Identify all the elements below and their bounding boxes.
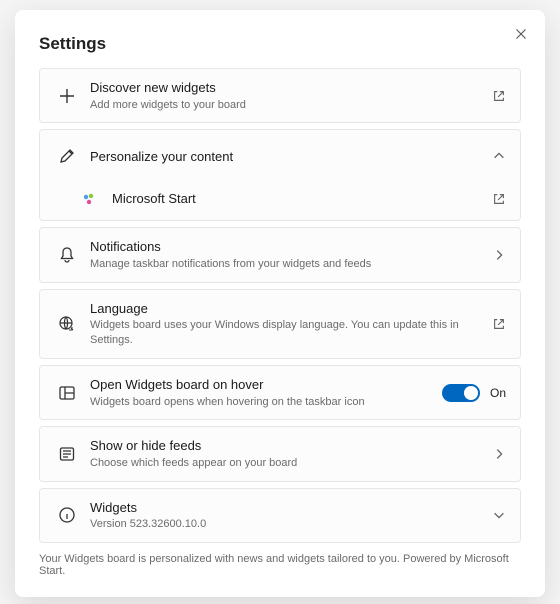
row-title: Show or hide feeds: [90, 437, 492, 455]
chevron-right-icon: [492, 248, 506, 262]
plus-icon: [50, 87, 84, 105]
row-subtitle: Widgets board opens when hovering on the…: [90, 395, 442, 410]
row-title: Open Widgets board on hover: [90, 376, 442, 394]
footer-text: Your Widgets board is personalized with …: [39, 553, 521, 577]
chevron-down-icon: [492, 508, 506, 522]
close-button[interactable]: [511, 24, 531, 44]
row-title: Widgets: [90, 499, 492, 517]
row-subtitle: Widgets board uses your Windows display …: [90, 318, 492, 348]
row-title: Notifications: [90, 238, 492, 256]
chevron-up-icon: [492, 149, 506, 163]
row-discover-widgets[interactable]: Discover new widgets Add more widgets to…: [39, 68, 521, 123]
open-external-icon: [492, 317, 506, 331]
row-title: Personalize your content: [90, 148, 492, 166]
pencil-icon: [50, 147, 84, 165]
row-subtitle: Version 523.32600.10.0: [90, 517, 492, 532]
row-language[interactable]: Language Widgets board uses your Windows…: [39, 289, 521, 359]
board-icon: [50, 384, 84, 402]
info-icon: [50, 506, 84, 524]
row-title: Language: [90, 300, 492, 318]
open-external-icon: [492, 89, 506, 103]
row-title: Discover new widgets: [90, 79, 492, 97]
row-subtitle: Add more widgets to your board: [90, 98, 492, 113]
feeds-icon: [50, 445, 84, 463]
row-widgets-about[interactable]: Widgets Version 523.32600.10.0: [39, 488, 521, 543]
subrow-microsoft-start[interactable]: Microsoft Start: [39, 177, 521, 221]
row-notifications[interactable]: Notifications Manage taskbar notificatio…: [39, 227, 521, 282]
row-title: Microsoft Start: [112, 190, 492, 208]
row-personalize-content[interactable]: Personalize your content: [39, 129, 521, 183]
row-subtitle: Manage taskbar notifications from your w…: [90, 257, 492, 272]
chevron-right-icon: [492, 447, 506, 461]
row-open-on-hover: Open Widgets board on hover Widgets boar…: [39, 365, 521, 420]
row-show-hide-feeds[interactable]: Show or hide feeds Choose which feeds ap…: [39, 426, 521, 481]
microsoft-start-icon: [72, 191, 106, 207]
row-subtitle: Choose which feeds appear on your board: [90, 456, 492, 471]
page-title: Settings: [39, 34, 521, 54]
settings-panel: Settings Discover new widgets Add more w…: [15, 10, 545, 597]
open-external-icon: [492, 192, 506, 206]
toggle-label: On: [490, 386, 506, 400]
close-icon: [515, 28, 527, 40]
hover-toggle[interactable]: [442, 384, 480, 402]
globe-icon: [50, 315, 84, 333]
bell-icon: [50, 246, 84, 264]
